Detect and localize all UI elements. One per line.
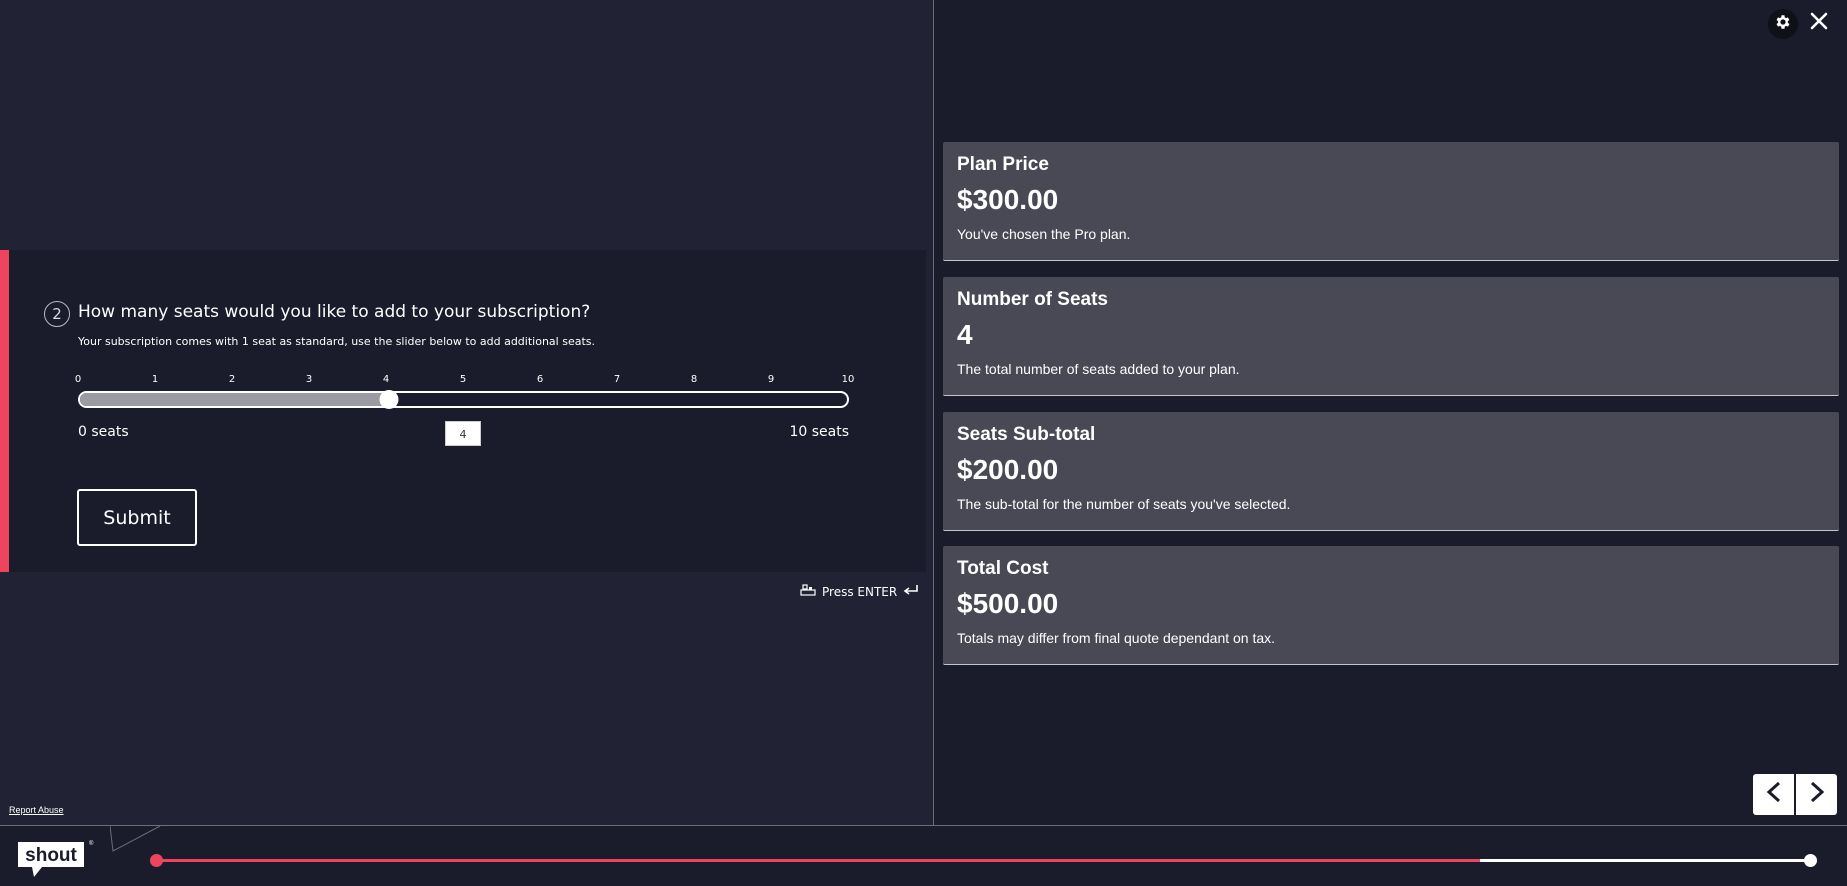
- card-value: $500.00: [957, 588, 1059, 619]
- slider-tick: 9: [767, 374, 775, 385]
- seats-slider-fill: [80, 393, 387, 406]
- slider-min-label: 0 seats: [78, 424, 129, 440]
- total-cost-card: Total Cost $500.00 Totals may differ fro…: [943, 546, 1839, 665]
- number-of-seats-card: Number of Seats 4 The total number of se…: [943, 277, 1839, 396]
- slider-tick: 6: [536, 374, 544, 385]
- keyboard-icon: [800, 584, 816, 599]
- svg-text:®: ®: [89, 840, 94, 847]
- slider-ticks: 0 1 2 3 4 5 6 7 8 9 10: [74, 374, 855, 388]
- seats-subtotal-card: Seats Sub-total $200.00 The sub-total fo…: [943, 412, 1839, 531]
- close-icon: [1810, 12, 1828, 35]
- previous-button[interactable]: [1753, 774, 1794, 815]
- progress-start-dot: [150, 854, 163, 867]
- slider-tick: 8: [690, 374, 698, 385]
- shout-logo: shout ®: [16, 839, 94, 884]
- close-button[interactable]: [1807, 11, 1831, 35]
- next-button[interactable]: [1796, 774, 1837, 815]
- seats-slider-track[interactable]: [78, 391, 849, 408]
- card-description: Totals may differ from final quote depen…: [957, 630, 1276, 646]
- card-value: $300.00: [957, 184, 1059, 215]
- question-number: 2: [44, 301, 70, 327]
- card-heading: Plan Price: [957, 154, 1049, 175]
- card-heading: Number of Seats: [957, 289, 1108, 310]
- chevron-left-icon: [1765, 780, 1783, 809]
- progress-fill: [156, 859, 1480, 862]
- progress-end-dot: [1804, 854, 1817, 867]
- slider-tick: 7: [613, 374, 621, 385]
- press-enter-hint: Press ENTER: [800, 584, 919, 599]
- card-value: 4: [957, 319, 973, 350]
- card-description: You've chosen the Pro plan.: [957, 226, 1131, 242]
- card-description: The total number of seats added to your …: [957, 361, 1240, 377]
- settings-button[interactable]: [1768, 9, 1798, 39]
- slider-tick: 4: [382, 374, 390, 385]
- card-value: $200.00: [957, 454, 1059, 485]
- enter-key-icon: [903, 584, 919, 599]
- footer-bar: shout ®: [0, 825, 1847, 886]
- logo-text: shout: [25, 845, 77, 866]
- slider-tick: 10: [841, 374, 855, 385]
- plan-price-card: Plan Price $300.00 You've chosen the Pro…: [943, 142, 1839, 261]
- card-heading: Total Cost: [957, 558, 1049, 579]
- slider-tick: 1: [151, 374, 159, 385]
- form-panel: 2 How many seats would you like to add t…: [0, 0, 933, 825]
- chevron-right-icon: [1808, 780, 1826, 809]
- slider-tick: 3: [305, 374, 313, 385]
- card-description: The sub-total for the number of seats yo…: [957, 496, 1291, 512]
- report-abuse-link[interactable]: Report Abuse: [9, 805, 64, 815]
- gear-icon: [1774, 13, 1792, 36]
- slider-value-box[interactable]: 4: [445, 421, 481, 446]
- slider-tick: 0: [74, 374, 82, 385]
- question-card: 2 How many seats would you like to add t…: [0, 250, 926, 572]
- slider-tick: 2: [228, 374, 236, 385]
- progress-track: [156, 859, 1811, 862]
- press-enter-label: Press ENTER: [822, 584, 898, 599]
- footer-notch: [110, 826, 161, 852]
- card-heading: Seats Sub-total: [957, 424, 1096, 445]
- slider-tick: 5: [459, 374, 467, 385]
- question-subtitle: Your subscription comes with 1 seat as s…: [78, 335, 595, 348]
- slider-max-label: 10 seats: [789, 424, 849, 440]
- question-accent-bar: [0, 250, 9, 572]
- seats-slider-thumb[interactable]: [379, 390, 399, 409]
- question-title: How many seats would you like to add to …: [78, 302, 591, 322]
- submit-button[interactable]: Submit: [77, 489, 197, 546]
